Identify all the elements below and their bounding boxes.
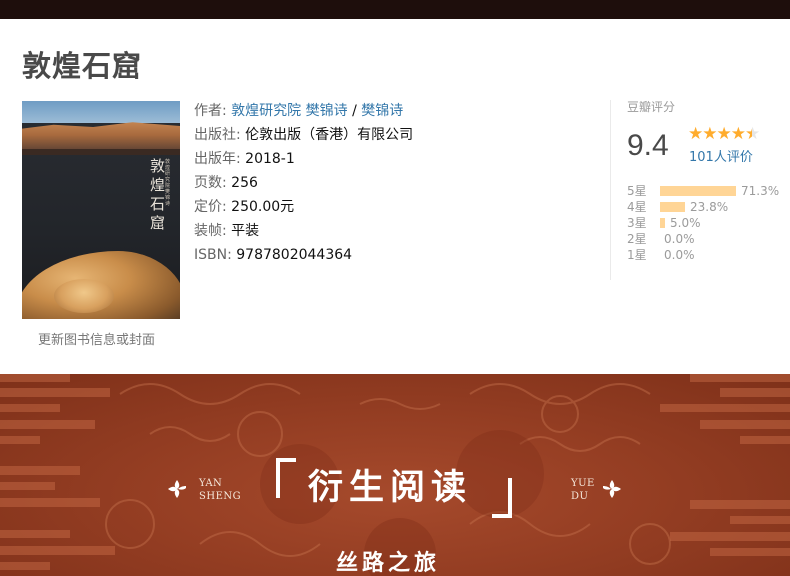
dist-pct: 23.8% (690, 200, 729, 214)
update-book-info-link[interactable]: 更新图书信息或封面 (38, 332, 155, 350)
info-year: 出版年: 2018-1 (194, 148, 413, 172)
author-link-3[interactable]: 樊锦诗 (361, 103, 403, 119)
author-link-2[interactable]: 樊锦诗 (306, 103, 348, 119)
info-price: 定价: 250.00元 (194, 196, 413, 220)
top-bar (0, 0, 790, 19)
banner-subtitle: 丝路之旅 (336, 550, 441, 576)
dist-row: 3星 5.0% (627, 215, 787, 231)
yue-label: YUE (571, 478, 595, 489)
rating-distribution: 5星 71.3% 4星 23.8% 3星 5.0% 2星 0.0% 1星 0.0… (627, 183, 787, 263)
info-binding: 装帧: 平装 (194, 220, 413, 244)
binding-value: 平装 (231, 223, 260, 239)
yan-label: YAN (199, 478, 223, 489)
half-star-icon: ★ (745, 124, 760, 144)
star-icon: ★ (716, 124, 732, 144)
author-separator: / (352, 103, 357, 119)
dist-pct: 5.0% (670, 216, 701, 230)
isbn-value: 9787802044364 (236, 247, 353, 263)
author-label: 作者: (194, 103, 227, 119)
book-cover[interactable]: 敦煌石窟 敦煌研究院 樊锦诗 (22, 101, 180, 319)
dist-name: 4星 (627, 200, 647, 214)
pages-value: 256 (231, 175, 258, 191)
pages-label: 页数: (194, 175, 227, 191)
publisher-value: 伦敦出版（香港）有限公司 (245, 127, 414, 143)
left-quote-bracket (276, 458, 296, 498)
flower-ornament-icon (603, 480, 621, 498)
cover-buddha-face (54, 279, 114, 313)
dist-bar (660, 218, 665, 228)
sheng-label: SHENG (199, 491, 242, 502)
info-pages: 页数: 256 (194, 172, 413, 196)
cover-band (22, 149, 180, 155)
flower-ornament-icon (168, 480, 186, 498)
book-title: 敦煌石窟 (22, 49, 143, 83)
dist-bar (660, 202, 685, 212)
author-link-1[interactable]: 敦煌研究院 (231, 103, 301, 119)
dist-name: 2星 (627, 232, 647, 246)
rating-divider (610, 100, 611, 280)
dist-bar (660, 186, 736, 196)
cover-sky (22, 101, 180, 123)
info-isbn: ISBN: 9787802044364 (194, 244, 413, 268)
rating-stars: ★★★★★ (688, 124, 760, 144)
publisher-label: 出版社: (194, 127, 241, 143)
banner-title: 衍生阅读 (308, 467, 473, 508)
year-value: 2018-1 (245, 151, 295, 167)
right-quote-bracket (492, 478, 512, 518)
star-icon: ★ (730, 124, 746, 144)
cover-author: 敦煌研究院 樊锦诗 (165, 159, 171, 207)
dist-row: 1星 0.0% (627, 247, 787, 263)
dist-name: 5星 (627, 184, 647, 198)
price-label: 定价: (194, 199, 227, 215)
dist-name: 1星 (627, 248, 647, 262)
dist-pct: 71.3% (741, 184, 780, 198)
rating-score: 9.4 (627, 129, 669, 162)
binding-label: 装帧: (194, 223, 227, 239)
cover-cliff (22, 122, 180, 151)
isbn-label: ISBN: (194, 247, 232, 263)
star-icon: ★ (702, 124, 717, 144)
info-author: 作者: 敦煌研究院 樊锦诗 / 樊锦诗 (194, 100, 413, 124)
star-icon: ★ (688, 124, 703, 144)
dist-row: 5星 71.3% (627, 183, 787, 199)
book-info: 作者: 敦煌研究院 樊锦诗 / 樊锦诗 出版社: 伦敦出版（香港）有限公司 出版… (194, 100, 413, 268)
dist-pct: 0.0% (664, 232, 695, 246)
dist-row: 2星 0.0% (627, 231, 787, 247)
dist-row: 4星 23.8% (627, 199, 787, 215)
dist-name: 3星 (627, 216, 647, 230)
du-label: DU (571, 491, 589, 502)
info-publisher: 出版社: 伦敦出版（香港）有限公司 (194, 124, 413, 148)
year-label: 出版年: (194, 151, 241, 167)
rating-label: 豆瓣评分 (627, 100, 676, 114)
votes-link[interactable]: 101人评价 (689, 149, 753, 167)
price-value: 250.00元 (231, 199, 295, 215)
dist-pct: 0.0% (664, 248, 695, 262)
